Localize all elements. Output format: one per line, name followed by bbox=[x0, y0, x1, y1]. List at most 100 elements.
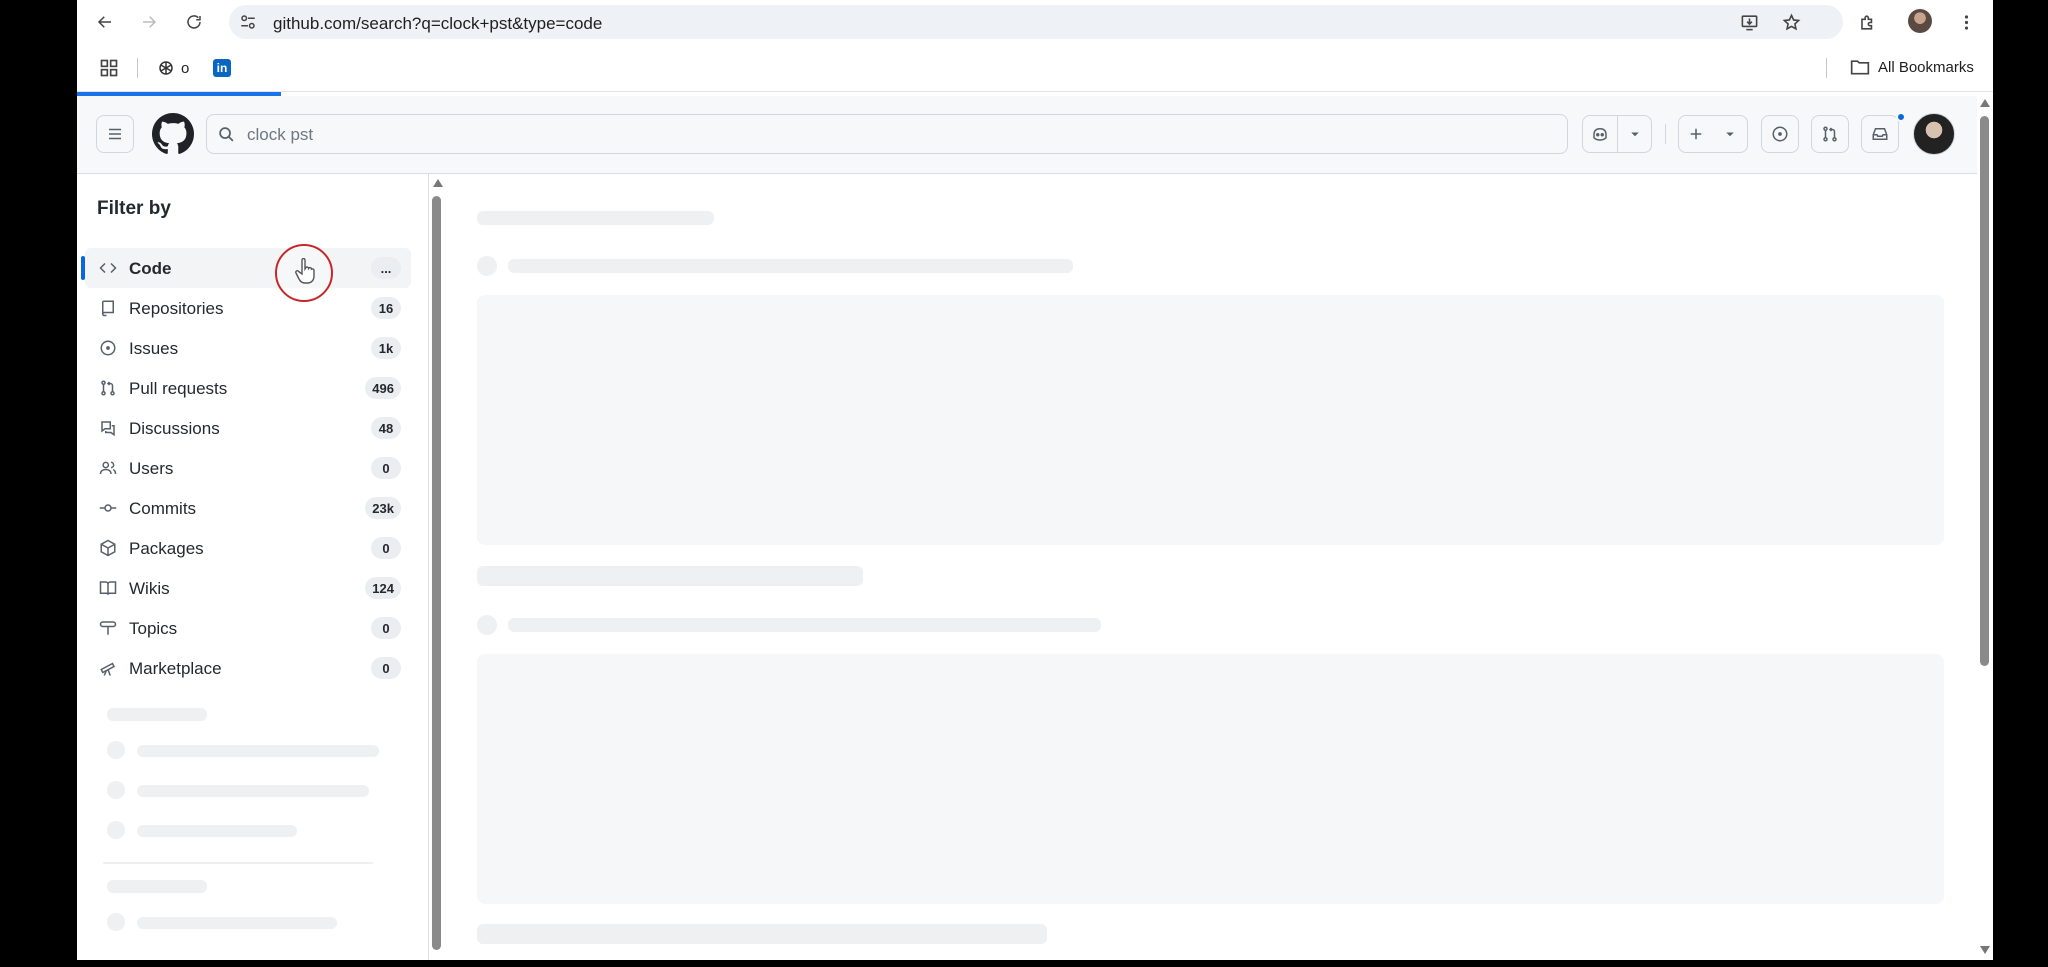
filter-count: 1k bbox=[371, 337, 401, 359]
all-bookmarks-label: All Bookmarks bbox=[1878, 58, 1974, 76]
filter-label: Issues bbox=[129, 339, 179, 358]
filter-count: 23k bbox=[365, 497, 401, 519]
install-icon bbox=[1741, 14, 1757, 30]
book-icon bbox=[99, 581, 117, 595]
sidebar-scroll-thumb[interactable] bbox=[432, 196, 441, 950]
bookmark-linkedin[interactable]: in bbox=[213, 56, 231, 80]
filter-label: Wikis bbox=[129, 579, 170, 598]
filter-count: 0 bbox=[371, 537, 401, 559]
folder-icon bbox=[1850, 60, 1870, 75]
forward-button[interactable] bbox=[135, 8, 163, 36]
search-input[interactable]: clock pst bbox=[206, 114, 1568, 154]
skeleton-line bbox=[137, 917, 337, 929]
browser-toolbar: github.com/search?q=clock+pst&type=code bbox=[77, 0, 1993, 44]
scroll-down-arrow[interactable] bbox=[1980, 946, 1990, 954]
bookmark-chatgpt[interactable]: o bbox=[157, 56, 189, 80]
extensions-button[interactable] bbox=[1853, 8, 1881, 36]
user-avatar[interactable] bbox=[1913, 113, 1955, 155]
puzzle-icon bbox=[1860, 14, 1872, 30]
scroll-up-arrow[interactable] bbox=[433, 179, 443, 187]
issue-opened-icon bbox=[1772, 126, 1788, 142]
linkedin-icon: in bbox=[213, 59, 231, 77]
filter-item-users[interactable]: Users 0 bbox=[85, 448, 411, 488]
filter-label: Topics bbox=[129, 619, 178, 638]
skeleton-line bbox=[477, 566, 863, 586]
back-button[interactable] bbox=[91, 8, 119, 36]
code-icon bbox=[99, 262, 117, 274]
filter-count: 496 bbox=[365, 377, 401, 399]
browser-window: github.com/search?q=clock+pst&type=code … bbox=[77, 0, 1993, 960]
arrow-left-icon bbox=[97, 16, 111, 28]
bookmark-separator bbox=[137, 58, 138, 78]
telescope-icon bbox=[100, 662, 115, 676]
filter-count: 16 bbox=[371, 297, 401, 319]
site-settings-icon[interactable] bbox=[239, 13, 257, 31]
copilot-button-group[interactable] bbox=[1582, 115, 1652, 153]
filter-item-issues[interactable]: Issues 1k bbox=[85, 328, 411, 368]
hamburger-icon bbox=[109, 128, 121, 140]
pull-requests-button[interactable] bbox=[1811, 115, 1849, 153]
kebab-menu-icon bbox=[1964, 14, 1968, 30]
skeleton-code-panel bbox=[477, 654, 1944, 904]
filter-item-topics[interactable]: Topics 0 bbox=[85, 608, 411, 648]
install-app-button[interactable] bbox=[1735, 8, 1763, 36]
filter-item-discussions[interactable]: Discussions 48 bbox=[85, 408, 411, 448]
apps-grid-icon[interactable] bbox=[99, 58, 119, 78]
filter-count: 48 bbox=[371, 417, 401, 439]
hamburger-menu-button[interactable] bbox=[96, 115, 134, 153]
arrow-right-icon bbox=[143, 16, 157, 28]
page-scroll-thumb[interactable] bbox=[1980, 116, 1989, 666]
filter-item-code[interactable]: Code ... bbox=[81, 248, 411, 288]
skeleton-dot bbox=[107, 913, 125, 931]
copilot-button[interactable] bbox=[1583, 116, 1617, 152]
filter-label: Marketplace bbox=[129, 659, 222, 678]
skeleton-dot bbox=[107, 741, 125, 759]
issue-icon bbox=[100, 340, 116, 356]
create-new-button[interactable] bbox=[1678, 115, 1748, 153]
github-logo-icon[interactable] bbox=[152, 113, 194, 155]
plus-button[interactable] bbox=[1679, 116, 1713, 152]
bookmarks-bar: o in All Bookmarks bbox=[77, 44, 1993, 92]
skeleton-dot bbox=[107, 821, 125, 839]
plus-icon bbox=[1690, 128, 1702, 140]
reload-button[interactable] bbox=[180, 8, 208, 36]
bookmark-star-button[interactable] bbox=[1777, 8, 1805, 36]
search-icon bbox=[219, 127, 234, 142]
skeleton-line bbox=[477, 924, 1047, 944]
filter-count: 0 bbox=[371, 457, 401, 479]
all-bookmarks-button[interactable]: All Bookmarks bbox=[1850, 58, 1974, 76]
profile-avatar[interactable] bbox=[1908, 9, 1932, 33]
header-divider bbox=[1665, 124, 1666, 144]
address-bar[interactable]: github.com/search?q=clock+pst&type=code bbox=[229, 5, 1843, 39]
url-text[interactable]: github.com/search?q=clock+pst&type=code bbox=[273, 14, 602, 34]
copilot-icon bbox=[1593, 127, 1607, 141]
filter-item-pull-requests[interactable]: Pull requests 496 bbox=[85, 368, 411, 408]
filter-label: Users bbox=[129, 459, 174, 478]
filter-label: Commits bbox=[129, 499, 197, 518]
issues-button[interactable] bbox=[1761, 115, 1799, 153]
filter-item-repositories[interactable]: Repositories 16 bbox=[85, 288, 411, 328]
page-scrollbar[interactable] bbox=[1977, 96, 1993, 960]
filter-item-marketplace[interactable]: Marketplace 0 bbox=[85, 648, 411, 688]
browser-menu-button[interactable] bbox=[1952, 8, 1980, 36]
filter-label: Code bbox=[129, 259, 172, 278]
search-query-text: clock pst bbox=[247, 125, 314, 144]
filter-item-wikis[interactable]: Wikis 124 bbox=[85, 568, 411, 608]
chatgpt-icon bbox=[159, 61, 173, 75]
hand-pointer-icon bbox=[295, 258, 315, 284]
notification-indicator bbox=[1896, 112, 1906, 122]
commit-icon bbox=[99, 504, 117, 512]
filter-list: Code ... Repositories 16 Issues 1k Pull … bbox=[81, 248, 411, 688]
filter-label: Discussions bbox=[129, 419, 220, 438]
create-dropdown-button[interactable] bbox=[1713, 116, 1747, 152]
inbox-button[interactable] bbox=[1861, 115, 1899, 153]
scroll-up-arrow[interactable] bbox=[1980, 99, 1990, 107]
skeleton-avatar bbox=[477, 256, 497, 276]
copilot-dropdown-button[interactable] bbox=[1617, 116, 1651, 152]
filter-item-commits[interactable]: Commits 23k bbox=[85, 488, 411, 528]
filter-item-packages[interactable]: Packages 0 bbox=[85, 528, 411, 568]
inbox-icon bbox=[1872, 128, 1888, 140]
discussion-icon bbox=[101, 421, 115, 437]
skeleton-result-title bbox=[508, 259, 1073, 273]
sidebar-scrollbar[interactable] bbox=[429, 174, 445, 960]
